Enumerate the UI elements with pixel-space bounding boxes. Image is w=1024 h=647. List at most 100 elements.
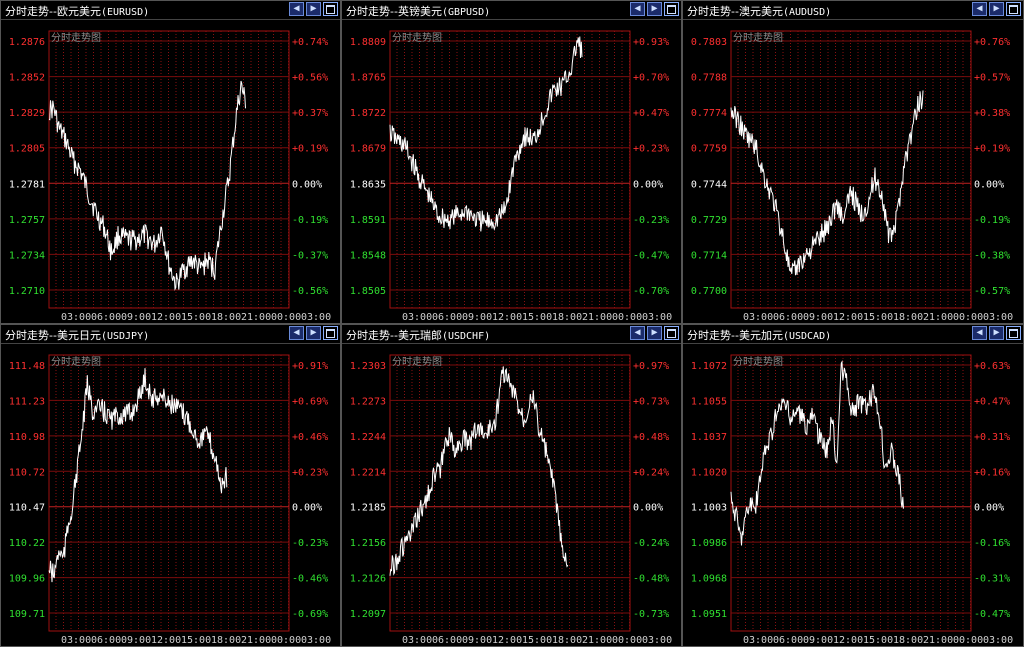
arrow-right-icon[interactable]: ▶: [989, 326, 1004, 340]
percent-tick-label: +0.19%: [974, 144, 1010, 155]
time-tick-label: 18:00: [552, 312, 582, 323]
time-tick-label: 00:00: [271, 312, 301, 323]
price-tick-label: 1.2876: [9, 37, 45, 48]
time-tick-label: 00:00: [271, 635, 301, 646]
intraday-chart[interactable]: 1.2303 +0.97% 1.2273 +0.73% 1.2244 +0.48% 1.22…: [342, 343, 682, 647]
chart-panel-usdjpy[interactable]: 分时走势--美元日元(USDJPY) ◀ ▶ 111.48 +0.91% 111.23 +0…: [0, 324, 341, 647]
time-tick-label: 03:00: [402, 635, 432, 646]
intraday-chart[interactable]: 1.1072 +0.63% 1.1055 +0.47% 1.1037 +0.31% 1.10…: [683, 343, 1024, 647]
price-tick-label: 1.8679: [350, 144, 386, 155]
arrow-left-icon[interactable]: ◀: [289, 326, 304, 340]
percent-tick-label: 0.00%: [292, 503, 322, 514]
chart-panel-usdchf[interactable]: 分时走势--美元瑞郎(USDCHF) ◀ ▶ 1.2303 +0.97% 1.2273 +0…: [341, 324, 682, 647]
time-tick-label: 06:00: [432, 312, 462, 323]
price-tick-label: 0.7729: [691, 215, 727, 226]
price-tick-label: 110.22: [9, 538, 45, 549]
intraday-chart[interactable]: 1.2876 +0.74% 1.2852 +0.56% 1.2829 +0.37% 1.28…: [1, 19, 341, 324]
price-tick-label: 110.47: [9, 503, 45, 514]
percent-tick-label: -0.69%: [292, 609, 328, 620]
time-tick-label: 12:00: [492, 635, 522, 646]
arrow-left-icon[interactable]: ◀: [630, 2, 645, 16]
panel-title-text: 分时走势--英镑美元: [346, 5, 442, 18]
panel-title-text: 分时走势--欧元美元: [5, 5, 101, 18]
price-tick-label: 1.8505: [350, 286, 386, 297]
price-tick-label: 0.7788: [691, 73, 727, 84]
panel-symbol: (GBPUSD): [441, 7, 491, 18]
percent-tick-label: -0.48%: [633, 574, 669, 585]
window-icon[interactable]: [323, 2, 338, 16]
window-icon[interactable]: [1006, 326, 1021, 340]
price-tick-label: 1.1055: [691, 396, 727, 407]
time-tick-label: 06:00: [91, 312, 121, 323]
percent-tick-label: -0.47%: [633, 250, 669, 261]
time-tick-label: 09:00: [803, 312, 833, 323]
window-icon[interactable]: [1006, 2, 1021, 16]
percent-tick-label: +0.70%: [633, 73, 669, 84]
percent-tick-label: +0.23%: [292, 467, 328, 478]
window-icon[interactable]: [323, 326, 338, 340]
arrow-left-icon[interactable]: ◀: [972, 326, 987, 340]
intraday-chart[interactable]: 0.7803 +0.76% 0.7788 +0.57% 0.7774 +0.38% 0.77…: [683, 19, 1024, 324]
time-tick-label: 15:00: [522, 635, 552, 646]
percent-tick-label: +0.93%: [633, 37, 669, 48]
price-tick-label: 0.7759: [691, 144, 727, 155]
arrow-right-icon[interactable]: ▶: [647, 2, 662, 16]
time-tick-label: 03:00: [642, 312, 672, 323]
panel-title-bar: 分时走势--美元日元(USDJPY) ◀ ▶: [1, 325, 340, 344]
time-tick-label: 03:00: [983, 312, 1013, 323]
price-line: [389, 36, 583, 232]
arrow-left-icon[interactable]: ◀: [972, 2, 987, 16]
window-icon[interactable]: [664, 2, 679, 16]
price-tick-label: 1.0951: [691, 609, 727, 620]
time-tick-label: 18:00: [893, 312, 923, 323]
time-tick-label: 09:00: [462, 312, 492, 323]
price-tick-label: 1.2097: [350, 609, 386, 620]
time-tick-label: 03:00: [983, 635, 1013, 646]
price-tick-label: 1.2185: [350, 503, 386, 514]
time-tick-label: 09:00: [462, 635, 492, 646]
price-tick-label: 1.2244: [350, 432, 386, 443]
panel-title-text: 分时走势--美元瑞郎: [346, 329, 442, 342]
time-tick-label: 03:00: [301, 635, 331, 646]
time-tick-label: 03:00: [301, 312, 331, 323]
arrow-left-icon[interactable]: ◀: [289, 2, 304, 16]
time-tick-label: 12:00: [151, 312, 181, 323]
panel-subtitle: 分时走势图: [392, 355, 442, 368]
chart-panel-gbpusd[interactable]: 分时走势--英镑美元(GBPUSD) ◀ ▶ 1.8809 +0.93% 1.8765 +0…: [341, 0, 682, 324]
panel-symbol: (EURUSD): [100, 7, 150, 18]
window-icon[interactable]: [664, 326, 679, 340]
percent-tick-label: 0.00%: [974, 503, 1004, 514]
price-tick-label: 110.98: [9, 432, 45, 443]
arrow-right-icon[interactable]: ▶: [306, 326, 321, 340]
chart-panel-usdcad[interactable]: 分时走势--美元加元(USDCAD) ◀ ▶ 1.1072 +0.63% 1.1055 +0…: [682, 324, 1024, 647]
price-tick-label: 1.8765: [350, 73, 386, 84]
intraday-chart[interactable]: 1.8809 +0.93% 1.8765 +0.70% 1.8722 +0.47% 1.86…: [342, 19, 682, 324]
price-line: [730, 360, 904, 546]
percent-tick-label: +0.73%: [633, 396, 669, 407]
time-tick-label: 15:00: [181, 635, 211, 646]
arrow-right-icon[interactable]: ▶: [306, 2, 321, 16]
chart-panel-eurusd[interactable]: 分时走势--欧元美元(EURUSD) ◀ ▶ 1.2876 +0.74% 1.2852 +0…: [0, 0, 341, 324]
percent-tick-label: 0.00%: [633, 179, 663, 190]
arrow-right-icon[interactable]: ▶: [647, 326, 662, 340]
time-tick-label: 12:00: [151, 635, 181, 646]
time-tick-label: 03:00: [743, 312, 773, 323]
panel-title: 分时走势--英镑美元(GBPUSD): [346, 3, 490, 19]
intraday-chart[interactable]: 111.48 +0.91% 111.23 +0.69% 110.98 +0.46% 110.…: [1, 343, 341, 647]
time-axis: 03:00 06:00 09:00 12:00 15:00 18:00 21:00 00:00…: [743, 312, 1013, 323]
panel-subtitle: 分时走势图: [733, 355, 783, 368]
panel-title-text: 分时走势--美元日元: [5, 329, 101, 342]
arrow-right-icon[interactable]: ▶: [989, 2, 1004, 16]
price-tick-label: 1.2734: [9, 250, 45, 261]
arrow-left-icon[interactable]: ◀: [630, 326, 645, 340]
chart-panel-audusd[interactable]: 分时走势--澳元美元(AUDUSD) ◀ ▶ 0.7803 +0.76% 0.7788 +0…: [682, 0, 1024, 324]
percent-tick-label: +0.97%: [633, 361, 669, 372]
panel-title-bar: 分时走势--澳元美元(AUDUSD) ◀ ▶: [683, 1, 1023, 20]
price-tick-label: 1.8591: [350, 215, 386, 226]
time-tick-label: 09:00: [121, 635, 151, 646]
percent-tick-label: +0.37%: [292, 108, 328, 119]
percent-tick-label: -0.23%: [292, 538, 328, 549]
price-tick-label: 1.1037: [691, 432, 727, 443]
price-tick-label: 1.8548: [350, 250, 386, 261]
percent-tick-label: -0.24%: [633, 538, 669, 549]
